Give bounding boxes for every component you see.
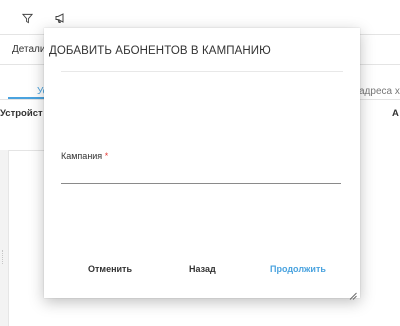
campaign-label-text: Кампания (61, 151, 103, 161)
dialog-divider (61, 71, 343, 72)
details-header: Детали (12, 44, 46, 55)
continue-button[interactable]: Продолжить (270, 264, 326, 274)
column-host-addresses: адреса хос (359, 86, 400, 97)
column-right: А (392, 108, 399, 119)
resize-handle-icon[interactable] (349, 287, 357, 300)
required-mark: * (104, 151, 109, 161)
cancel-button[interactable]: Отменить (88, 264, 132, 274)
column-devices: Устройст (0, 108, 43, 119)
campaign-label: Кампания * (61, 151, 108, 161)
add-subscribers-dialog: ДОБАВИТЬ АБОНЕНТОВ В КАМПАНИЮ Кампания *… (44, 28, 360, 300)
dialog-title: ДОБАВИТЬ АБОНЕНТОВ В КАМПАНИЮ (49, 45, 271, 57)
campaign-input[interactable] (61, 166, 341, 184)
back-button[interactable]: Назад (189, 264, 216, 274)
side-scrollbar[interactable] (0, 150, 9, 326)
filter-icon[interactable] (19, 10, 35, 26)
megaphone-icon[interactable] (52, 10, 68, 26)
